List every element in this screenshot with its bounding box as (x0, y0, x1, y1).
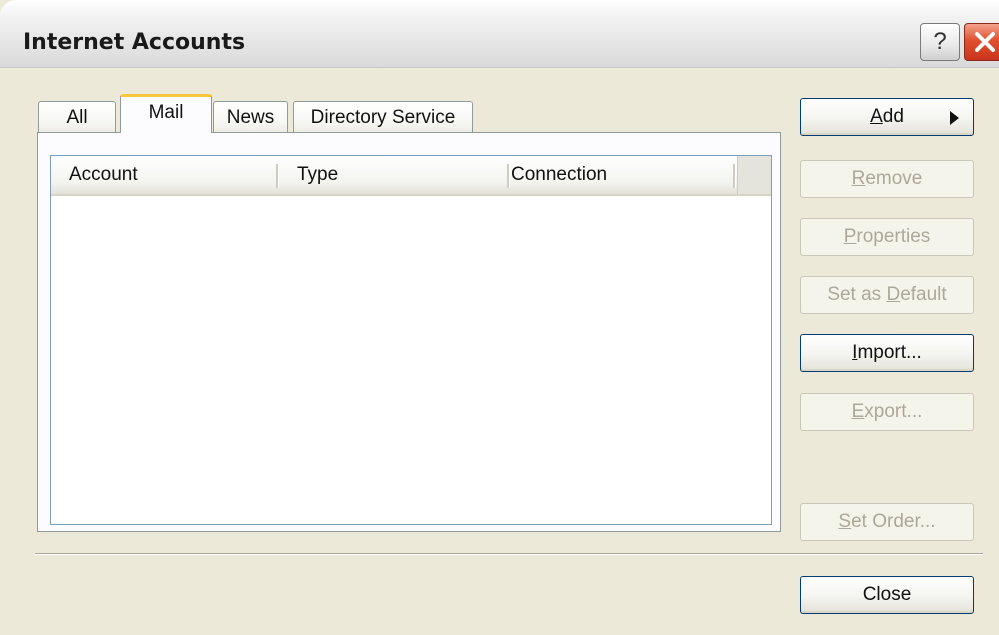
column-separator[interactable] (276, 164, 279, 188)
close-x-glyph (975, 32, 995, 52)
tab-all[interactable]: All (38, 101, 116, 133)
set-as-default-button[interactable]: Set as Default (800, 276, 974, 314)
tab-mail[interactable]: Mail (120, 94, 212, 133)
column-header-connection[interactable]: Connection (511, 156, 731, 194)
accounts-list[interactable]: Account Type Connection (50, 155, 772, 525)
import-button[interactable]: Import... (800, 334, 974, 372)
column-connection-label: Connection (511, 164, 608, 185)
set-order-button-label: Set Order... (838, 511, 936, 532)
properties-button-label: Properties (843, 226, 931, 247)
footer-divider (35, 553, 983, 555)
internet-accounts-dialog: Internet Accounts ? All Mail News Direct… (0, 0, 999, 635)
close-button-label: Close (862, 584, 912, 605)
window-title: Internet Accounts (23, 30, 246, 55)
close-icon[interactable] (964, 23, 999, 61)
add-button[interactable]: Add (800, 98, 974, 136)
help-glyph: ? (933, 28, 947, 55)
properties-button[interactable]: Properties (800, 218, 974, 256)
remove-button[interactable]: Remove (800, 160, 974, 198)
tab-mail-label: Mail (148, 102, 184, 123)
help-icon[interactable]: ? (920, 23, 960, 61)
column-header-type[interactable]: Type (297, 156, 502, 194)
header-filler (737, 156, 771, 194)
tab-directory-service-label: Directory Service (310, 106, 456, 128)
column-type-label: Type (297, 164, 339, 185)
submenu-arrow-icon (950, 111, 959, 125)
set-as-default-button-label: Set as Default (827, 284, 947, 305)
remove-button-label: Remove (851, 168, 923, 189)
column-account-label: Account (69, 164, 138, 185)
close-button[interactable]: Close (800, 576, 974, 614)
column-separator[interactable] (733, 164, 736, 188)
export-button[interactable]: Export... (800, 393, 974, 431)
tab-all-label: All (66, 106, 88, 128)
list-header: Account Type Connection (51, 156, 771, 196)
title-bar[interactable]: Internet Accounts ? (0, 0, 999, 68)
tab-news[interactable]: News (213, 101, 288, 133)
tab-directory-service[interactable]: Directory Service (293, 101, 473, 133)
set-order-button[interactable]: Set Order... (800, 503, 974, 541)
add-button-label: Add (870, 106, 904, 127)
column-header-account[interactable]: Account (69, 156, 274, 194)
import-button-label: Import... (852, 342, 922, 363)
column-separator[interactable] (507, 164, 510, 188)
export-button-label: Export... (851, 401, 923, 422)
tab-news-label: News (226, 106, 275, 128)
list-body[interactable] (51, 196, 771, 524)
